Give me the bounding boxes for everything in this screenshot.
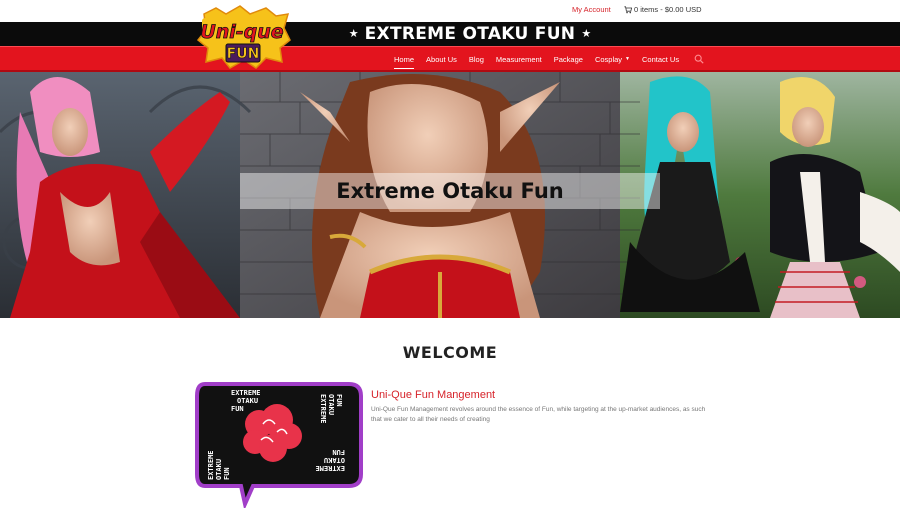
badge-text-left-2: OTAKU [215, 459, 223, 480]
section-title: Uni-Que Fun Mangement [371, 389, 496, 401]
chevron-down-icon: ▼ [625, 56, 630, 62]
badge-text-right-1: EXTREME [319, 394, 327, 424]
badge-text-bottom-1: EXTREME [315, 464, 345, 472]
nav-item-cosplay[interactable]: Cosplay ▼ [595, 55, 630, 64]
badge-text-top-1: EXTREME [231, 389, 261, 397]
badge-text-right-2: OTAKU [327, 394, 335, 415]
badge-text-right-3: FUN [335, 394, 343, 407]
star-icon: ★ [581, 28, 592, 40]
star-icon: ★ [348, 28, 359, 40]
site-logo[interactable]: Uni-que FUN [196, 4, 292, 70]
nav-item-package[interactable]: Package [554, 55, 583, 64]
badge-text-left-3: FUN [223, 467, 231, 480]
badge-text-bottom-3: FUN [332, 448, 345, 456]
nav-item-home[interactable]: Home [394, 55, 415, 69]
badge-text-top-2: OTAKU [237, 397, 258, 405]
badge-text-left-1: EXTREME [207, 450, 215, 480]
badge-text-bottom-2: OTAKU [324, 456, 345, 464]
hero-caption: Extreme Otaku Fun [240, 173, 660, 209]
svg-text:Uni-que: Uni-que [200, 21, 283, 43]
svg-text:FUN: FUN [227, 46, 260, 62]
cart-label: 0 items - $0.00 USD [634, 5, 702, 14]
search-icon[interactable] [694, 54, 704, 64]
nav-item-cosplay-label: Cosplay [594, 54, 623, 64]
welcome-badge-image: EXTREME OTAKU FUN EXTREME OTAKU FUN EXTR… [195, 382, 363, 508]
main-nav: Home About Us Blog Measurement Package C… [394, 47, 691, 71]
nav-item-blog[interactable]: Blog [469, 55, 484, 64]
main-nav-bar: Home About Us Blog Measurement Package C… [0, 46, 900, 72]
hero-banner: Extreme Otaku Fun [0, 72, 900, 318]
site-title: ★ EXTREME OTAKU FUN ★ [0, 22, 900, 46]
hero-caption-text: Extreme Otaku Fun [336, 179, 564, 203]
site-title-text: EXTREME OTAKU FUN [364, 24, 576, 44]
nav-item-about-us[interactable]: About Us [426, 55, 457, 64]
nav-item-measurement[interactable]: Measurement [496, 55, 542, 64]
title-band: ★ EXTREME OTAKU FUN ★ [0, 22, 900, 46]
shopping-cart-icon [624, 5, 632, 13]
badge-text-top-3: FUN [231, 405, 244, 413]
section-text: Uni-Que Fun Management revolves around t… [371, 406, 706, 423]
nav-item-contact-us[interactable]: Contact Us [642, 55, 679, 64]
cart-summary[interactable]: 0 items - $0.00 USD [624, 5, 702, 14]
my-account-link[interactable]: My Account [572, 5, 611, 14]
welcome-heading: WELCOME [402, 343, 498, 362]
top-utility-bar: My Account 0 items - $0.00 USD [0, 0, 900, 22]
